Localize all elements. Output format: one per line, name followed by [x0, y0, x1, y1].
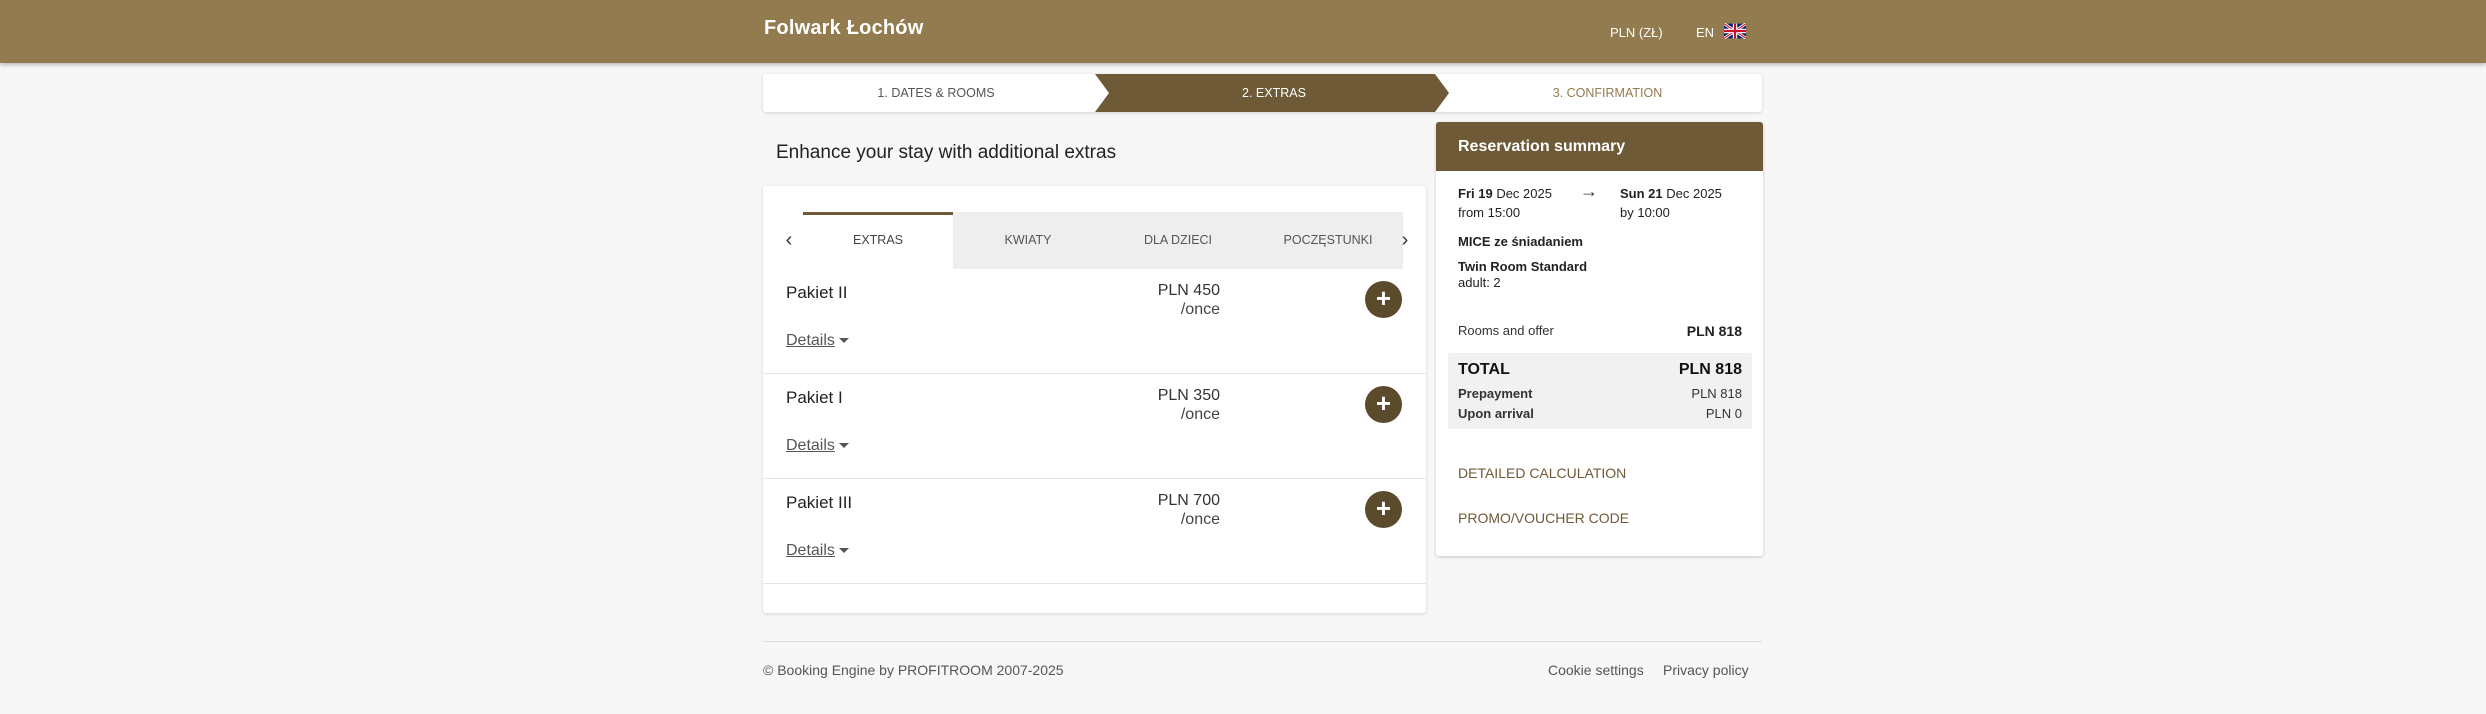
- caret-down-icon: [838, 548, 849, 554]
- tab-poczestunki[interactable]: POCZĘSTUNKI: [1253, 212, 1403, 269]
- reservation-summary: Reservation summary Fri 19 Dec 2025 from…: [1436, 122, 1763, 556]
- step-dates-rooms[interactable]: 1. DATES & ROOMS: [763, 74, 1109, 112]
- room-guests: adult: 2: [1458, 275, 1501, 290]
- offer-name: MICE ze śniadaniem: [1458, 234, 1583, 249]
- privacy-policy-link[interactable]: Privacy policy: [1663, 662, 1749, 678]
- item-price: PLN 700 /once: [1158, 491, 1220, 529]
- detailed-calculation-link[interactable]: DETAILED CALCULATION: [1458, 465, 1626, 481]
- rooms-value: PLN 818: [1686, 323, 1742, 339]
- total-value: PLN 818: [1678, 361, 1742, 378]
- item-price: PLN 450 /once: [1158, 281, 1220, 319]
- arrival-label: Upon arrival: [1458, 406, 1534, 421]
- room-info: Twin Room Standard adult: 2: [1458, 259, 1587, 291]
- rooms-and-offer-line: Rooms and offer PLN 818: [1458, 323, 1742, 339]
- page-title: Enhance your stay with additional extras: [776, 142, 1117, 163]
- caret-down-icon: [838, 443, 849, 449]
- currency-selector[interactable]: PLN (ZŁ): [1610, 25, 1663, 40]
- details-label: Details: [786, 332, 835, 349]
- extras-panel: ‹ EXTRAS KWIATY DLA DZIECI POCZĘSTUNKI ›…: [763, 186, 1426, 613]
- total-box: TOTAL PLN 818 Prepayment PLN 818 Upon ar…: [1448, 353, 1752, 429]
- checkin-month-year: Dec 2025: [1496, 186, 1552, 201]
- room-name: Twin Room Standard: [1458, 259, 1588, 274]
- checkout-date: Sun 21 Dec 2025 by 10:00: [1620, 184, 1722, 222]
- footer-divider: [763, 641, 1762, 642]
- price-value: PLN 450: [1157, 282, 1220, 299]
- price-unit: /once: [1180, 511, 1220, 528]
- prepayment-label: Prepayment: [1458, 386, 1533, 401]
- promo-code-link[interactable]: PROMO/VOUCHER CODE: [1458, 510, 1629, 526]
- item-name: Pakiet II: [786, 283, 848, 302]
- uk-flag-icon[interactable]: [1724, 23, 1746, 39]
- cookie-settings-link[interactable]: Cookie settings: [1548, 662, 1644, 678]
- chevron-left-icon[interactable]: ‹: [779, 212, 799, 269]
- add-extra-button[interactable]: +: [1365, 491, 1402, 528]
- language-selector[interactable]: EN: [1696, 25, 1714, 40]
- extras-tabs: ‹ EXTRAS KWIATY DLA DZIECI POCZĘSTUNKI ›: [775, 212, 1416, 269]
- step-extras[interactable]: 2. EXTRAS: [1109, 74, 1439, 112]
- item-name: Pakiet I: [786, 388, 843, 407]
- item-price: PLN 350 /once: [1158, 386, 1220, 424]
- total-label: TOTAL: [1458, 361, 1510, 378]
- price-value: PLN 350: [1157, 387, 1220, 404]
- plus-icon: +: [1375, 283, 1392, 313]
- rooms-label: Rooms and offer: [1458, 323, 1554, 338]
- tab-kwiaty[interactable]: KWIATY: [953, 212, 1103, 269]
- total-line: TOTAL PLN 818: [1458, 361, 1742, 379]
- copyright-text: © Booking Engine by PROFITROOM 2007-2025: [763, 662, 1064, 678]
- prepayment-line: Prepayment PLN 818: [1458, 386, 1742, 401]
- price-unit: /once: [1180, 301, 1220, 318]
- top-bar: Folwark Łochów PLN (ZŁ) EN: [0, 0, 2486, 63]
- summary-title: Reservation summary: [1436, 122, 1763, 171]
- price-value: PLN 700: [1157, 492, 1220, 509]
- caret-down-icon: [838, 338, 849, 344]
- arrival-value: PLN 0: [1705, 406, 1742, 421]
- plus-icon: +: [1375, 388, 1392, 418]
- checkin-date: Fri 19 Dec 2025 from 15:00: [1458, 184, 1552, 222]
- plus-icon: +: [1375, 493, 1392, 523]
- checkout-month-year: Dec 2025: [1666, 186, 1722, 201]
- tab-dla-dzieci[interactable]: DLA DZIECI: [1103, 212, 1253, 269]
- checkout-day: Sun 21: [1620, 186, 1663, 201]
- arrow-right-icon: →: [1580, 181, 1598, 201]
- add-extra-button[interactable]: +: [1365, 386, 1402, 423]
- details-toggle[interactable]: Details: [786, 332, 849, 350]
- step-confirmation[interactable]: 3. CONFIRMATION: [1453, 74, 1762, 112]
- list-item: Pakiet II PLN 450 /once Details +: [763, 269, 1426, 374]
- arrival-line: Upon arrival PLN 0: [1458, 406, 1742, 421]
- chevron-right-icon[interactable]: ›: [1395, 212, 1415, 269]
- item-name: Pakiet III: [786, 493, 853, 512]
- price-unit: /once: [1180, 406, 1220, 423]
- details-toggle[interactable]: Details: [786, 542, 849, 560]
- list-item: Pakiet III PLN 700 /once Details +: [763, 479, 1426, 584]
- checkin-time: from 15:00: [1458, 205, 1521, 220]
- tab-extras[interactable]: EXTRAS: [803, 212, 953, 269]
- brand-name[interactable]: Folwark Łochów: [764, 17, 923, 40]
- list-item: Pakiet I PLN 350 /once Details +: [763, 374, 1426, 479]
- checkin-day: Fri 19: [1458, 186, 1493, 201]
- prepayment-value: PLN 818: [1691, 386, 1742, 401]
- details-label: Details: [786, 542, 835, 559]
- checkout-time: by 10:00: [1620, 205, 1670, 220]
- details-label: Details: [786, 437, 835, 454]
- add-extra-button[interactable]: +: [1365, 281, 1402, 318]
- booking-steps: 1. DATES & ROOMS 2. EXTRAS 3. CONFIRMATI…: [763, 74, 1762, 112]
- details-toggle[interactable]: Details: [786, 437, 849, 455]
